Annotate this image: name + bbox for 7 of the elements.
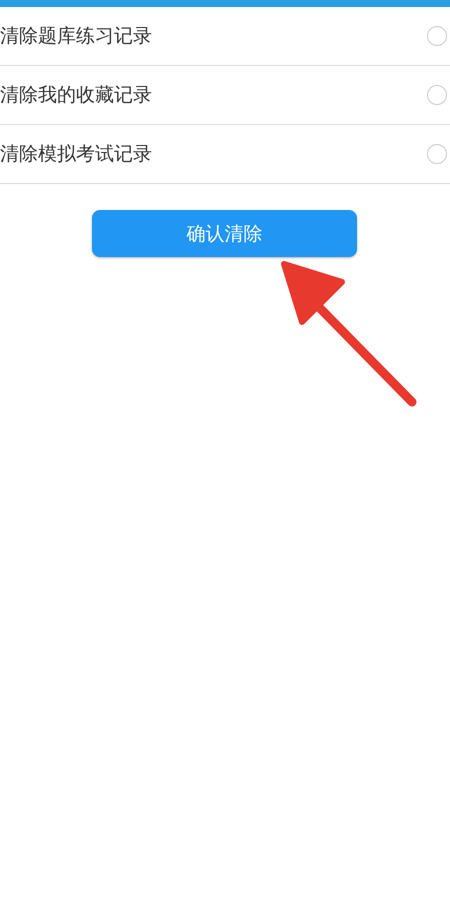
option-label: 清除题库练习记录 (0, 24, 152, 49)
option-label: 清除模拟考试记录 (0, 142, 152, 167)
confirm-button[interactable]: 确认清除 (92, 210, 357, 257)
option-label: 清除我的收藏记录 (0, 83, 152, 108)
radio-button[interactable] (427, 85, 447, 105)
radio-button[interactable] (427, 144, 447, 164)
radio-button[interactable] (427, 26, 447, 46)
